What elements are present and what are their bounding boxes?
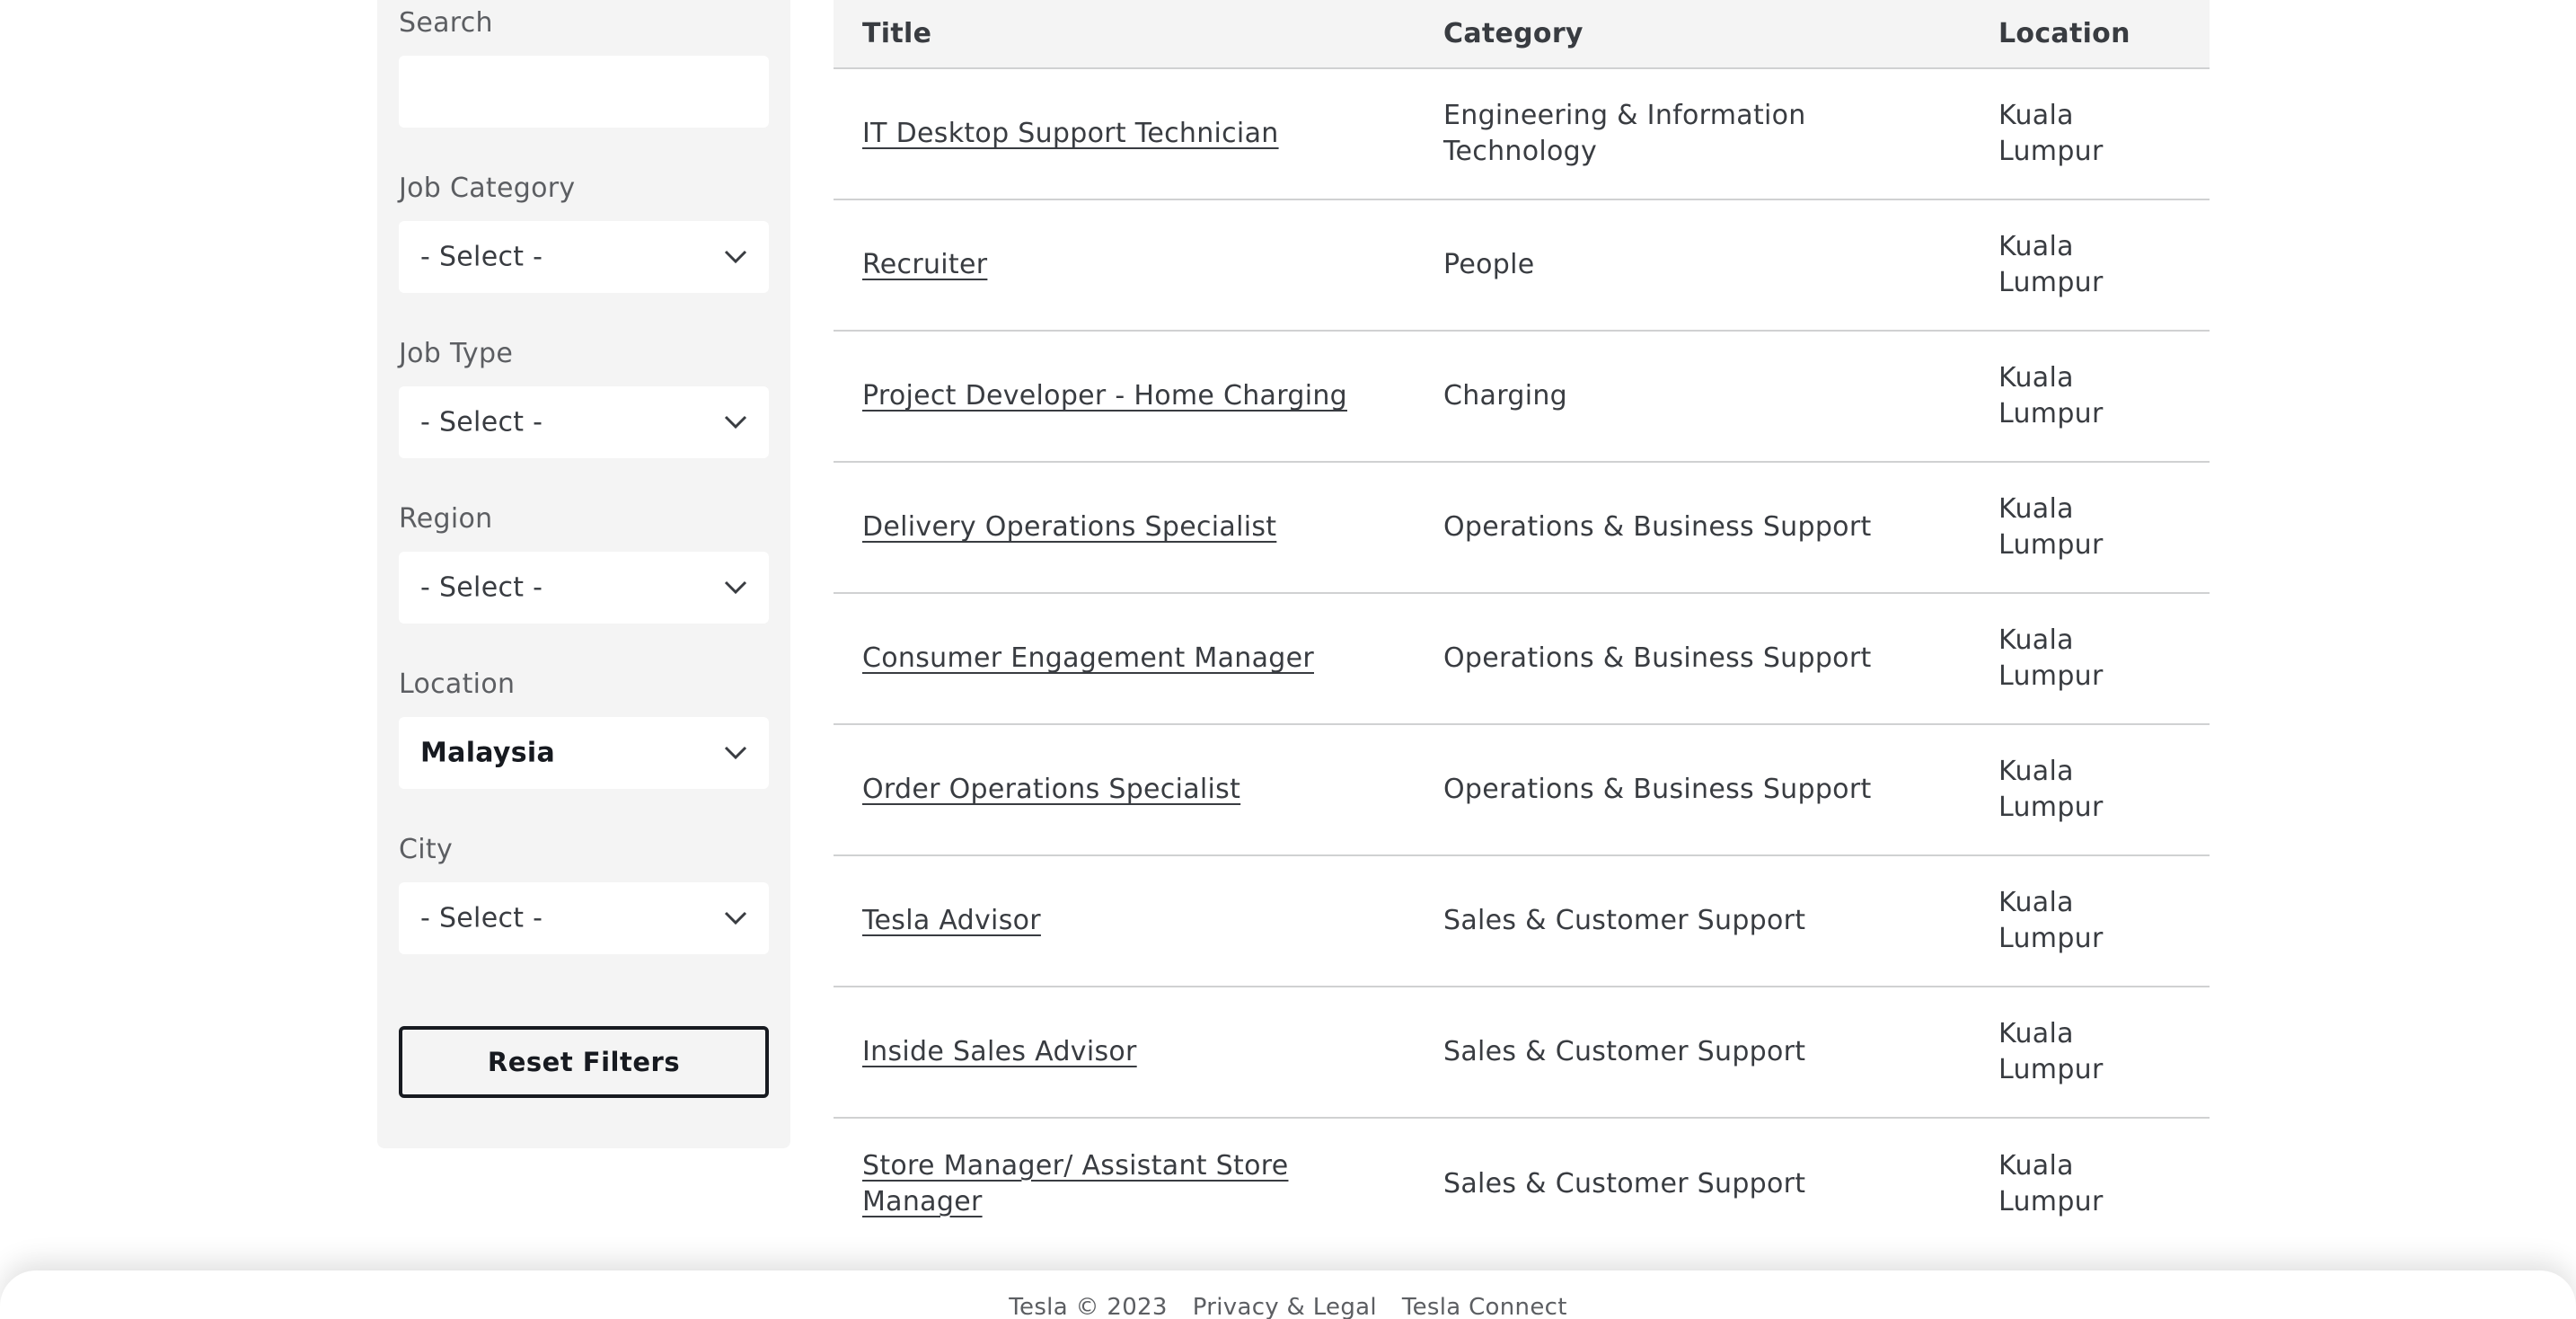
job-location-cell: Kuala Lumpur xyxy=(1970,199,2210,332)
city-label: City xyxy=(399,834,453,865)
job-location-cell: Kuala Lumpur xyxy=(1970,593,2210,725)
job-title-cell: Recruiter xyxy=(834,199,1415,332)
job-title-link[interactable]: Order Operations Specialist xyxy=(862,774,1240,805)
job-title-cell: Tesla Advisor xyxy=(834,855,1415,987)
region-label: Region xyxy=(399,503,493,535)
table-row: Store Manager/ Assistant Store Manager S… xyxy=(834,1118,2210,1249)
job-title-cell: Consumer Engagement Manager xyxy=(834,593,1415,725)
table-header: Title Category Location xyxy=(834,0,2210,69)
chevron-down-icon xyxy=(724,911,747,925)
reset-filters-button[interactable]: Reset Filters xyxy=(399,1026,769,1098)
job-location-cell: Kuala Lumpur xyxy=(1970,987,2210,1119)
job-location-cell: Kuala Lumpur xyxy=(1998,1149,2104,1217)
region-value: - Select - xyxy=(420,571,543,604)
job-title-cell: Project Developer - Home Charging xyxy=(834,331,1415,463)
tesla-connect-link[interactable]: Tesla Connect xyxy=(1402,1294,1567,1319)
city-select[interactable]: - Select - xyxy=(399,882,769,954)
job-title-link[interactable]: Recruiter xyxy=(862,249,987,280)
careers-page: Search Job Category - Select - Job Type … xyxy=(0,0,2576,1319)
region-select[interactable]: - Select - xyxy=(399,552,769,624)
job-title-link[interactable]: Store Manager/ Assistant Store Manager xyxy=(862,1150,1288,1217)
column-header-category[interactable]: Category xyxy=(1415,0,1970,69)
job-title-link[interactable]: Project Developer - Home Charging xyxy=(862,380,1347,412)
header-row: Title Category Location xyxy=(834,0,2210,69)
job-title-link[interactable]: Tesla Advisor xyxy=(862,905,1041,936)
job-title-link[interactable]: IT Desktop Support Technician xyxy=(862,118,1279,149)
table-row: Delivery Operations Specialist Operation… xyxy=(834,462,2210,594)
job-type-value: - Select - xyxy=(420,406,543,438)
chevron-down-icon xyxy=(724,746,747,760)
jobs-table: Title Category Location IT Desktop Suppo… xyxy=(834,0,2210,1249)
chevron-down-icon xyxy=(724,580,747,595)
table-row: Inside Sales Advisor Sales & Customer Su… xyxy=(834,987,2210,1119)
job-type-label: Job Type xyxy=(399,338,514,369)
job-category-select[interactable]: - Select - xyxy=(399,221,769,293)
job-category-cell: People xyxy=(1415,199,1970,332)
job-title-cell: Store Manager/ Assistant Store Manager xyxy=(834,1118,1415,1249)
job-category-cell: Sales & Customer Support xyxy=(1415,987,1970,1119)
job-title-cell: Inside Sales Advisor xyxy=(834,987,1415,1119)
filters-panel: Search Job Category - Select - Job Type … xyxy=(377,0,790,1148)
job-category-cell: Sales & Customer Support xyxy=(1415,855,1970,987)
job-title-cell: IT Desktop Support Technician xyxy=(834,68,1415,200)
table-row: Consumer Engagement Manager Operations &… xyxy=(834,593,2210,725)
search-label: Search xyxy=(399,7,493,39)
job-category-cell: Operations & Business Support xyxy=(1415,724,1970,856)
job-title-cell: Delivery Operations Specialist xyxy=(834,462,1415,594)
site-footer: Tesla © 2023 Privacy & Legal Tesla Conne… xyxy=(0,1270,2576,1319)
job-category-cell: Engineering & Information Technology xyxy=(1415,68,1970,200)
job-location-cell: Kuala Lumpur xyxy=(1970,68,2210,200)
job-type-select[interactable]: - Select - xyxy=(399,386,769,458)
chevron-down-icon xyxy=(724,250,747,264)
table-row: Recruiter People Kuala Lumpur xyxy=(834,199,2210,332)
table-row: Tesla Advisor Sales & Customer Support K… xyxy=(834,855,2210,987)
job-category-cell: Charging xyxy=(1415,331,1970,463)
job-category-value: - Select - xyxy=(420,241,543,273)
job-category-label: Job Category xyxy=(399,173,576,204)
job-title-link[interactable]: Consumer Engagement Manager xyxy=(862,642,1314,674)
privacy-legal-link[interactable]: Privacy & Legal xyxy=(1193,1294,1377,1319)
job-location-cell: Kuala Lumpur xyxy=(1970,724,2210,856)
job-location-cell: Kuala Lumpur xyxy=(1970,462,2210,594)
table-row: Project Developer - Home Charging Chargi… xyxy=(834,331,2210,463)
job-title-cell: Order Operations Specialist xyxy=(834,724,1415,856)
table-row: Order Operations Specialist Operations &… xyxy=(834,724,2210,856)
location-label: Location xyxy=(399,668,516,700)
job-location-cell: Kuala Lumpur xyxy=(1970,331,2210,463)
location-select[interactable]: Malaysia xyxy=(399,717,769,789)
footer-links: Tesla © 2023 Privacy & Legal Tesla Conne… xyxy=(0,1294,2576,1319)
city-value: - Select - xyxy=(420,902,543,934)
job-category-cell: Sales & Customer Support xyxy=(1443,1167,1806,1199)
job-category-cell: Operations & Business Support xyxy=(1415,593,1970,725)
job-title-link[interactable]: Inside Sales Advisor xyxy=(862,1036,1137,1067)
location-value: Malaysia xyxy=(420,737,556,769)
search-field xyxy=(399,56,769,128)
table-row: IT Desktop Support Technician Engineerin… xyxy=(834,68,2210,200)
job-title-link[interactable]: Delivery Operations Specialist xyxy=(862,511,1276,543)
chevron-down-icon xyxy=(724,415,747,429)
column-header-title[interactable]: Title xyxy=(834,0,1415,69)
column-header-location[interactable]: Location xyxy=(1970,0,2210,69)
table-body: IT Desktop Support Technician Engineerin… xyxy=(834,68,2210,1249)
footer-copyright: Tesla © 2023 xyxy=(1009,1294,1168,1319)
search-input[interactable] xyxy=(399,56,769,128)
job-location-cell: Kuala Lumpur xyxy=(1970,855,2210,987)
job-category-cell: Operations & Business Support xyxy=(1415,462,1970,594)
